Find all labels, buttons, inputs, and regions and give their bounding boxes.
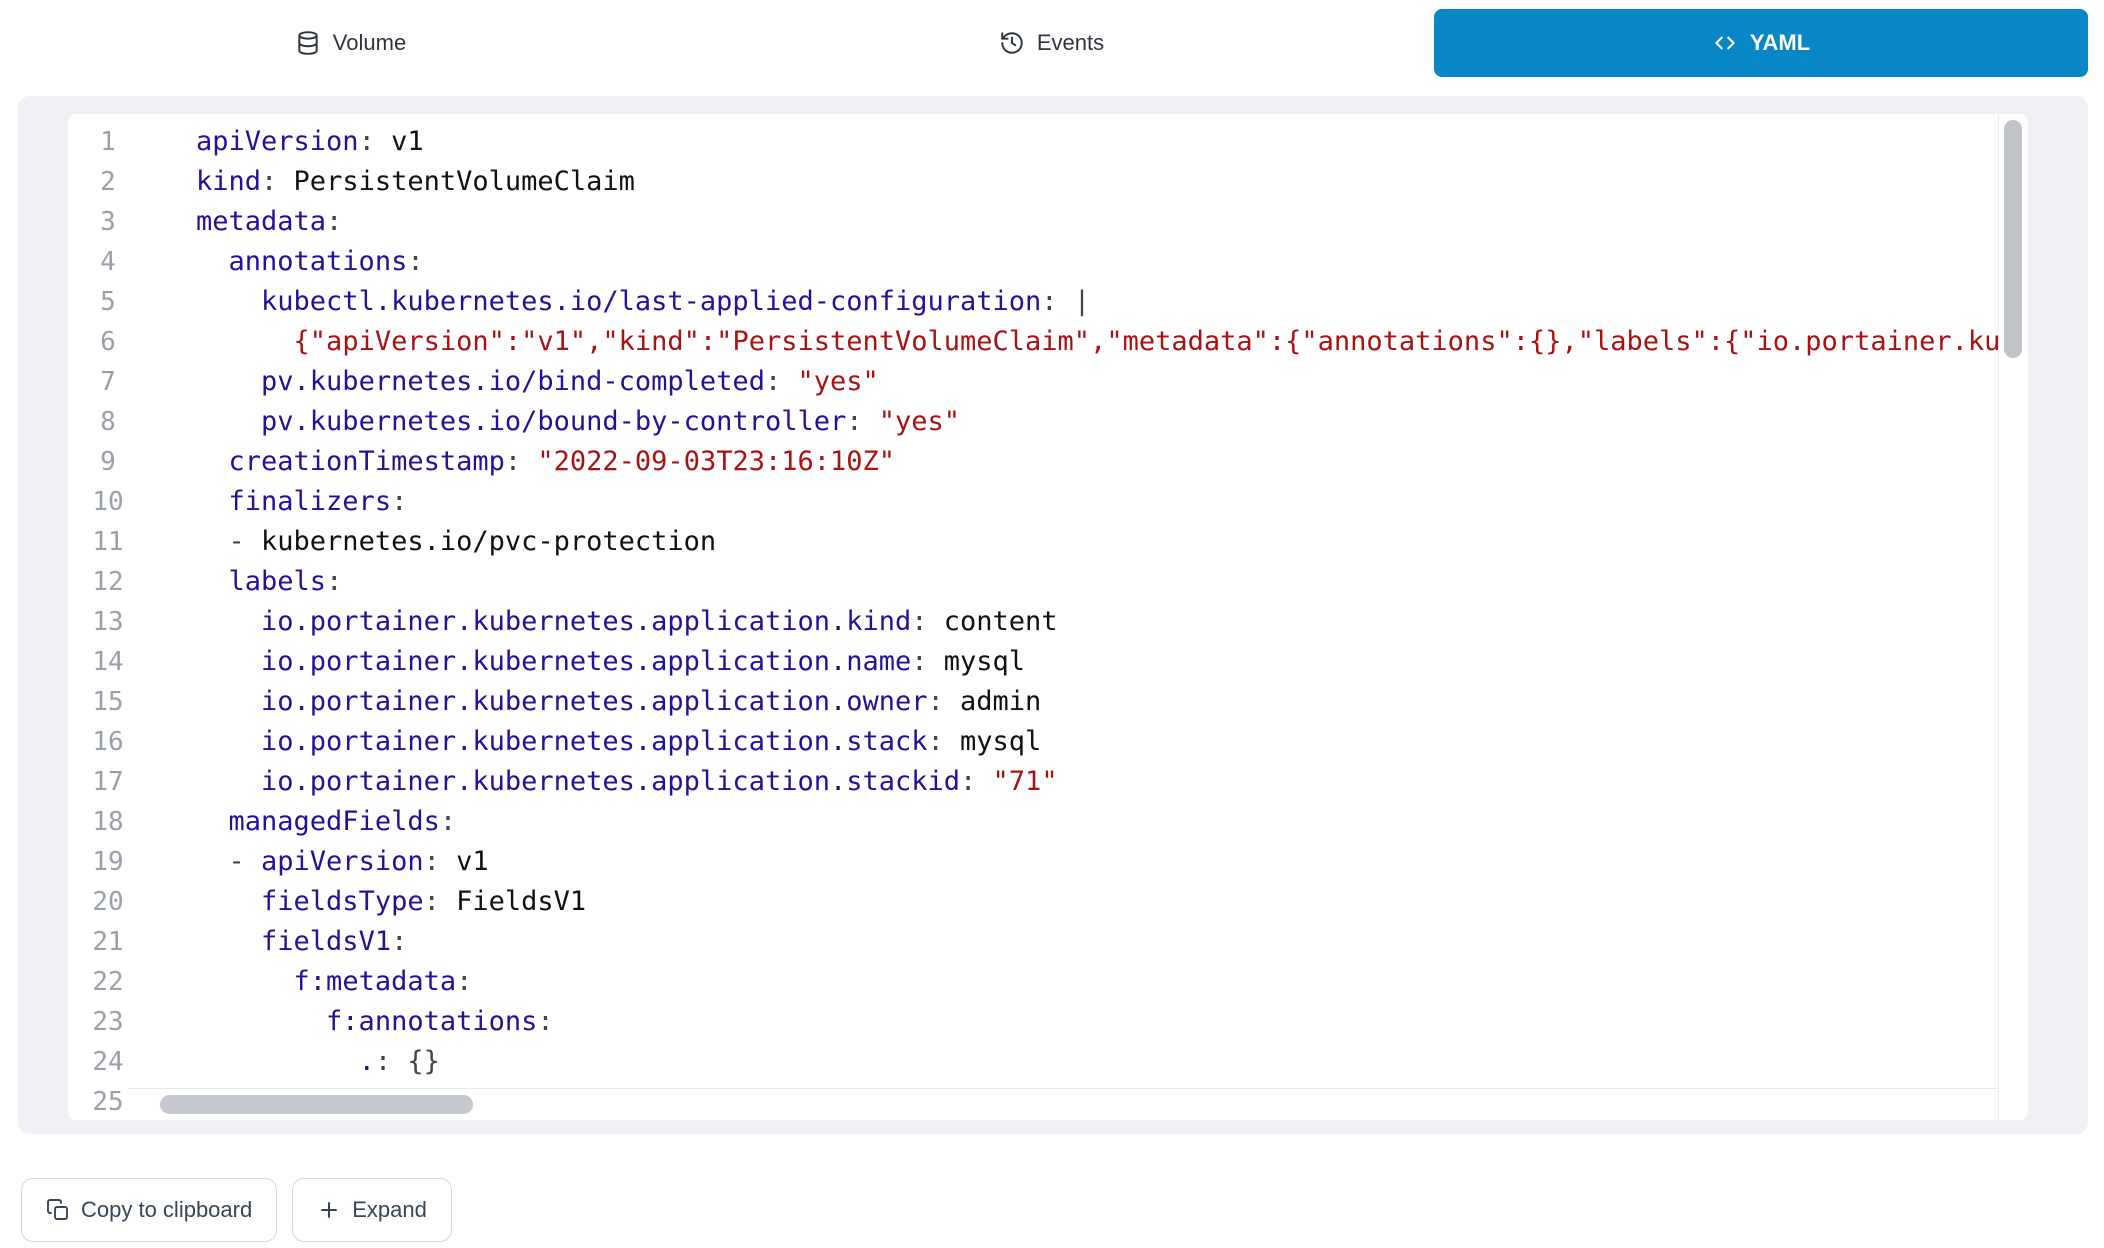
code-line: kubectl.kubernetes.io/last-applied-confi… (196, 282, 1998, 322)
line-number: 17 (68, 762, 148, 802)
code-line: apiVersion: v1 (196, 122, 1998, 162)
code-line: managedFields: (196, 802, 1998, 842)
line-number: 23 (68, 1002, 148, 1042)
code-line: labels: (196, 562, 1998, 602)
line-number: 7 (68, 362, 148, 402)
tab-yaml[interactable]: YAML (1434, 9, 2088, 77)
line-number: 6 (68, 322, 148, 362)
yaml-editor[interactable]: 1234567891011121314151617181920212223242… (68, 114, 2028, 1120)
vertical-scrollbar-thumb[interactable] (2004, 120, 2022, 358)
line-number: 11 (68, 522, 148, 562)
code-line: io.portainer.kubernetes.application.name… (196, 642, 1998, 682)
code-line: fieldsV1: (196, 922, 1998, 962)
horizontal-scrollbar-thumb[interactable] (160, 1095, 473, 1114)
code-line: pv.kubernetes.io/bound-by-controller: "y… (196, 402, 1998, 442)
tab-label-events: Events (1037, 30, 1104, 56)
code-line: f:metadata: (196, 962, 1998, 1002)
code-line: finalizers: (196, 482, 1998, 522)
line-number: 2 (68, 162, 148, 202)
line-number: 12 (68, 562, 148, 602)
editor-actions: Copy to clipboard Expand (21, 1178, 452, 1242)
code-line: - apiVersion: v1 (196, 842, 1998, 882)
line-number: 21 (68, 922, 148, 962)
copy-button-label: Copy to clipboard (81, 1197, 252, 1223)
yaml-panel: 1234567891011121314151617181920212223242… (18, 96, 2088, 1134)
copy-to-clipboard-button[interactable]: Copy to clipboard (21, 1178, 277, 1242)
expand-button[interactable]: Expand (292, 1178, 452, 1242)
line-number: 8 (68, 402, 148, 442)
line-number: 9 (68, 442, 148, 482)
code-icon (1712, 30, 1738, 56)
code-line: f:annotations: (196, 1002, 1998, 1042)
code-line: {"apiVersion":"v1","kind":"PersistentVol… (196, 322, 1998, 362)
detail-tabbar: Volume Events YAML (0, 0, 2104, 86)
code-line: - kubernetes.io/pvc-protection (196, 522, 1998, 562)
line-number: 19 (68, 842, 148, 882)
line-number: 20 (68, 882, 148, 922)
line-number: 3 (68, 202, 148, 242)
code-line: pv.kubernetes.io/bind-completed: "yes" (196, 362, 1998, 402)
tab-volume[interactable]: Volume (0, 0, 701, 86)
line-number: 18 (68, 802, 148, 842)
expand-button-label: Expand (352, 1197, 427, 1223)
tab-label-yaml: YAML (1750, 30, 1810, 56)
line-number: 13 (68, 602, 148, 642)
line-number: 14 (68, 642, 148, 682)
line-number: 5 (68, 282, 148, 322)
line-number: 4 (68, 242, 148, 282)
copy-icon (46, 1198, 70, 1222)
plus-icon (317, 1198, 341, 1222)
scrollbar-divider-vertical (1998, 114, 1999, 1120)
code-line: metadata: (196, 202, 1998, 242)
line-number: 16 (68, 722, 148, 762)
code-line: io.portainer.kubernetes.application.stac… (196, 762, 1998, 802)
code-line: creationTimestamp: "2022-09-03T23:16:10Z… (196, 442, 1998, 482)
code-line: .: {} (196, 1042, 1998, 1082)
code-line: fieldsType: FieldsV1 (196, 882, 1998, 922)
code-line: io.portainer.kubernetes.application.stac… (196, 722, 1998, 762)
scrollbar-divider-horizontal (128, 1088, 1998, 1089)
line-number: 1 (68, 122, 148, 162)
code-line: io.portainer.kubernetes.application.kind… (196, 602, 1998, 642)
line-number: 15 (68, 682, 148, 722)
line-numbers: 1234567891011121314151617181920212223242… (68, 122, 148, 1120)
code-line: kind: PersistentVolumeClaim (196, 162, 1998, 202)
database-icon (295, 30, 321, 56)
line-number: 22 (68, 962, 148, 1002)
code-line: annotations: (196, 242, 1998, 282)
tab-label-volume: Volume (333, 30, 406, 56)
yaml-code-content: apiVersion: v1kind: PersistentVolumeClai… (196, 122, 1998, 1112)
tab-events[interactable]: Events (701, 0, 1402, 86)
line-number: 24 (68, 1042, 148, 1082)
history-icon (999, 30, 1025, 56)
code-line: io.portainer.kubernetes.application.owne… (196, 682, 1998, 722)
line-number: 10 (68, 482, 148, 522)
